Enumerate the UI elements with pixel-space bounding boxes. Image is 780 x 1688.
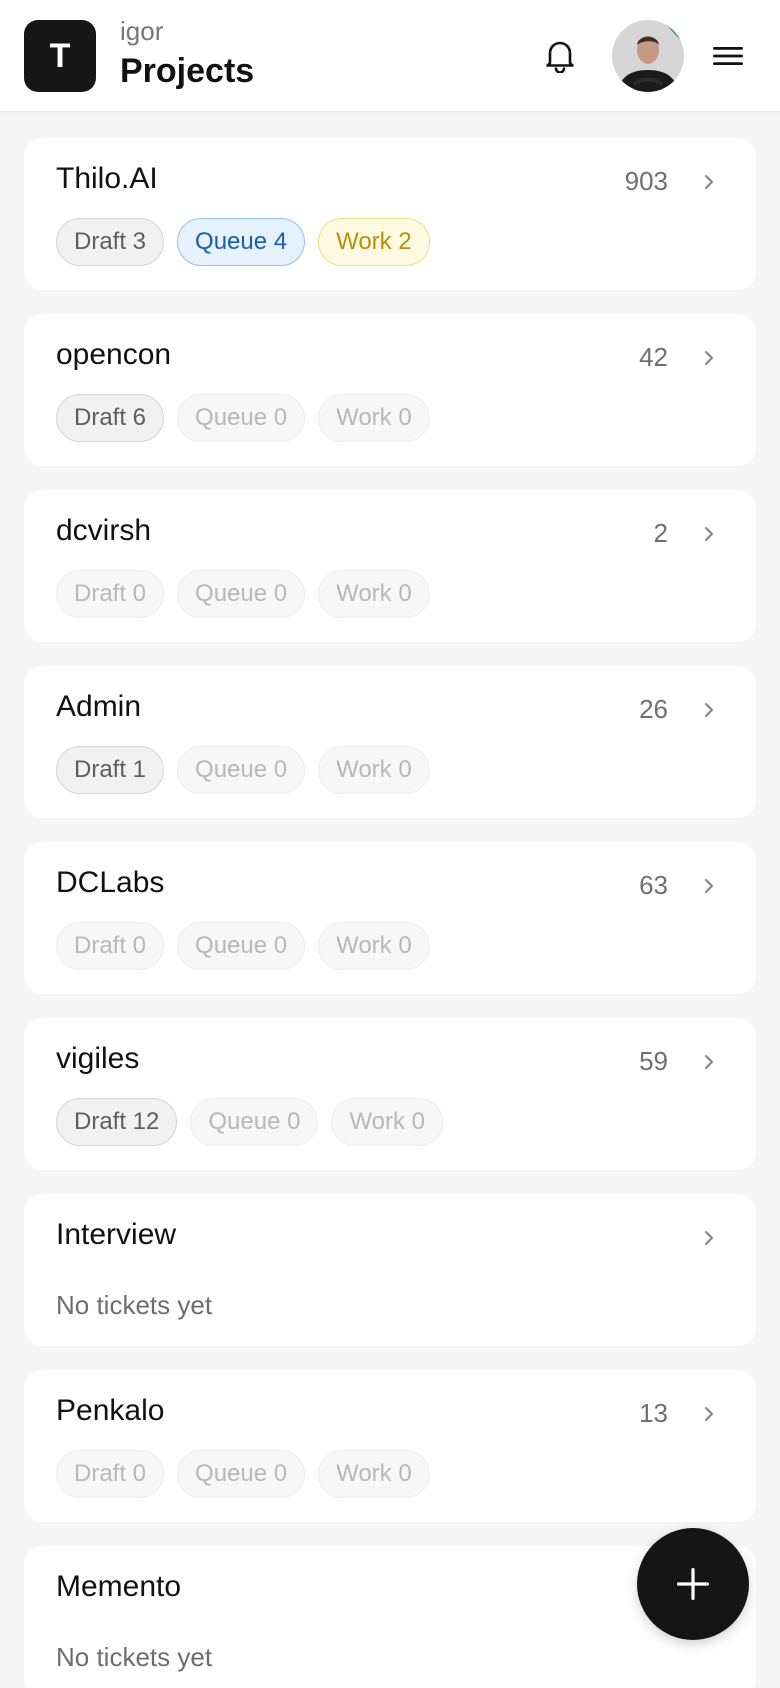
project-card[interactable]: dcvirsh 2 Draft 0 Queue 0 Work 0 — [24, 490, 756, 642]
project-card[interactable]: Penkalo 13 Draft 0 Queue 0 Work 0 — [24, 1370, 756, 1522]
queue-pill[interactable]: Queue 0 — [177, 922, 306, 970]
logo-letter: T — [49, 36, 71, 75]
chevron-right-icon — [704, 1406, 714, 1422]
work-pill[interactable]: Work 0 — [318, 1450, 430, 1498]
ticket-count: 63 — [639, 870, 668, 900]
project-card[interactable]: Interview No tickets yet — [24, 1194, 756, 1346]
ticket-count: 2 — [653, 518, 668, 548]
work-pill[interactable]: Work 0 — [318, 394, 430, 442]
project-name: DCLabs — [56, 866, 165, 899]
work-pill[interactable]: Work 2 — [318, 218, 430, 266]
work-pill[interactable]: Work 0 — [318, 746, 430, 794]
bell-icon — [546, 41, 574, 73]
chevron-right-icon — [704, 702, 714, 718]
project-card[interactable]: DCLabs 63 Draft 0 Queue 0 Work 0 — [24, 842, 756, 994]
project-card[interactable]: Admin 26 Draft 1 Queue 0 Work 0 — [24, 666, 756, 818]
queue-pill[interactable]: Queue 0 — [177, 394, 306, 442]
menu-button[interactable] — [710, 40, 746, 72]
notifications-button[interactable] — [542, 36, 578, 76]
chevron-right-icon — [704, 878, 714, 894]
add-project-button[interactable] — [637, 1528, 749, 1640]
draft-pill[interactable]: Draft 12 — [56, 1098, 178, 1146]
ticket-count: 903 — [624, 166, 668, 196]
project-name: Penkalo — [56, 1394, 165, 1427]
ticket-count: 42 — [639, 342, 668, 372]
project-card[interactable]: vigiles 59 Draft 12 Queue 0 Work 0 — [24, 1018, 756, 1170]
queue-pill[interactable]: Queue 0 — [190, 1098, 319, 1146]
project-name: vigiles — [56, 1042, 140, 1075]
queue-pill[interactable]: Queue 0 — [177, 746, 306, 794]
ticket-count: 26 — [639, 694, 668, 724]
project-name: Interview — [56, 1218, 177, 1251]
project-name: Admin — [56, 690, 142, 723]
ticket-count: 13 — [639, 1398, 668, 1428]
empty-state-text: No tickets yet — [56, 1642, 213, 1672]
project-name: Memento — [56, 1570, 182, 1603]
chevron-right-icon — [704, 1054, 714, 1070]
empty-state-text: No tickets yet — [56, 1290, 213, 1320]
project-name: Thilo.AI — [56, 162, 158, 195]
user-photo-icon — [612, 20, 684, 92]
project-card[interactable]: Thilo.AI 903 Draft 3 Queue 4 Work 2 — [24, 138, 756, 290]
project-card[interactable]: opencon 42 Draft 6 Queue 0 Work 0 — [24, 314, 756, 466]
work-pill[interactable]: Work 0 — [318, 922, 430, 970]
chevron-right-icon — [704, 526, 714, 542]
queue-pill[interactable]: Queue 4 — [177, 218, 306, 266]
chevron-right-icon — [704, 1230, 714, 1246]
page-title: Projects — [120, 52, 255, 90]
avatar[interactable] — [612, 20, 684, 92]
plus-icon — [677, 1568, 709, 1600]
ticket-count: 59 — [639, 1046, 668, 1076]
app-logo[interactable]: T — [24, 20, 96, 92]
draft-pill[interactable]: Draft 0 — [56, 1450, 165, 1498]
work-pill[interactable]: Work 0 — [331, 1098, 444, 1146]
chevron-right-icon — [704, 174, 714, 190]
project-name: dcvirsh — [56, 514, 152, 547]
project-name: opencon — [56, 338, 172, 371]
draft-pill[interactable]: Draft 3 — [56, 218, 165, 266]
draft-pill[interactable]: Draft 1 — [56, 746, 165, 794]
draft-pill[interactable]: Draft 0 — [56, 922, 165, 970]
hamburger-menu-icon — [713, 47, 743, 65]
draft-pill[interactable]: Draft 6 — [56, 394, 165, 442]
queue-pill[interactable]: Queue 0 — [177, 1450, 306, 1498]
queue-pill[interactable]: Queue 0 — [177, 570, 306, 618]
draft-pill[interactable]: Draft 0 — [56, 570, 165, 618]
work-pill[interactable]: Work 0 — [318, 570, 430, 618]
user-name: igor — [120, 16, 164, 46]
app-header: T igor Projects — [0, 0, 780, 112]
chevron-right-icon — [704, 350, 714, 366]
